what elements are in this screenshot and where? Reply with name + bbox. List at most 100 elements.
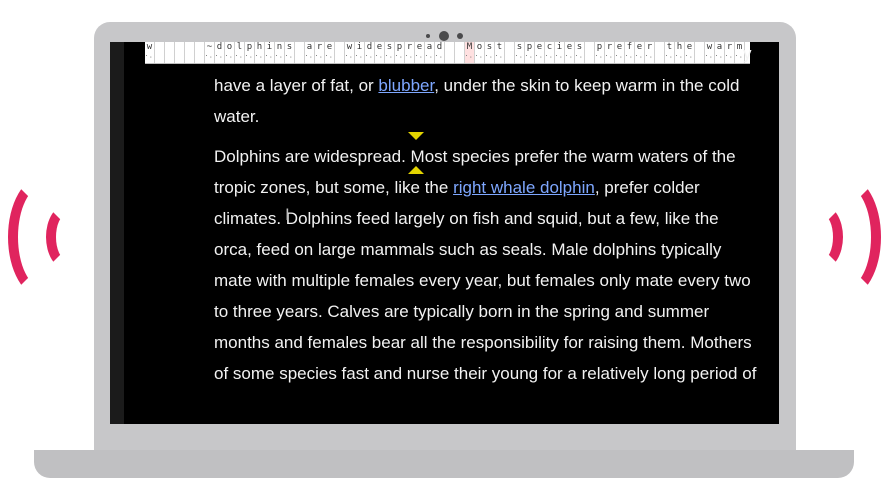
braille-cell: c ⠂⠄	[545, 42, 555, 63]
braille-dots-icon: ⠂⠄	[355, 53, 364, 60]
braille-dots-icon: ⠂⠄	[265, 53, 274, 60]
braille-dots-icon: ⠂⠄	[215, 53, 224, 60]
braille-cell: d ⠂⠄	[435, 42, 445, 63]
blubber-link[interactable]: blubber	[378, 76, 434, 95]
braille-cell-char: m	[736, 42, 743, 52]
braille-cell: w ⠂⠄	[145, 42, 155, 63]
braille-cell-char: e	[686, 42, 693, 52]
text-line: orca, feed on large mammals such as seal…	[214, 240, 722, 259]
braille-cell-char: e	[616, 42, 623, 52]
braille-dots-icon: ⠂⠄	[605, 53, 614, 60]
braille-cell: w ⠂⠄	[705, 42, 715, 63]
braille-display: w ⠂⠄ ~ ⠂⠄ d ⠂⠄ o ⠂⠄ l ⠂⠄ p ⠂⠄ h ⠂⠄ i ⠂⠄ n ⠂⠄ s ⠂⠄ a ⠂⠄ r ⠂⠄ e ⠂⠄ w…	[145, 42, 750, 64]
webcam	[94, 30, 796, 42]
braille-dots-icon: ⠂⠄	[405, 53, 414, 60]
braille-cell-char: p	[596, 42, 603, 52]
braille-dots-icon: ⠂⠄	[345, 53, 354, 60]
braille-cell: d ⠂⠄	[365, 42, 375, 63]
braille-cell: r ⠂⠄	[725, 42, 735, 63]
braille-cell: e ⠂⠄	[325, 42, 335, 63]
braille-dots-icon: ⠂⠄	[435, 53, 444, 60]
braille-dots-icon: ⠂⠄	[725, 53, 734, 60]
braille-dots-icon: ⠂⠄	[555, 53, 564, 60]
braille-cell-char: s	[386, 42, 393, 52]
braille-cell: s ⠂⠄	[385, 42, 395, 63]
braille-cell-char: e	[536, 42, 543, 52]
braille-dots-icon: ⠂⠄	[675, 53, 684, 60]
braille-cell-char: a	[426, 42, 433, 52]
text-line: tropic zones, but some, like the right w…	[214, 172, 779, 203]
braille-cell-char: h	[676, 42, 683, 52]
braille-cell: a ⠂⠄	[305, 42, 315, 63]
braille-cell-char: M	[466, 42, 473, 52]
braille-cell-char: r	[726, 42, 733, 52]
braille-cell: p ⠂⠄	[395, 42, 405, 63]
paragraph-1: have a layer of fat, or blubber, under t…	[214, 70, 779, 132]
braille-dots-icon: ⠂⠄	[495, 53, 504, 60]
braille-cell: p ⠂⠄	[595, 42, 605, 63]
braille-cell	[505, 42, 515, 63]
braille-cell-char: n	[276, 42, 283, 52]
braille-cell	[195, 42, 205, 63]
braille-dots-icon: ⠂⠄	[575, 53, 584, 60]
braille-cell-char: i	[356, 42, 363, 52]
braille-cell-char: p	[396, 42, 403, 52]
braille-cell-char: w	[346, 42, 353, 52]
braille-cell: e ⠂⠄	[615, 42, 625, 63]
braille-cell: e ⠂⠄	[635, 42, 645, 63]
braille-dots-icon: ⠂⠄	[315, 53, 324, 60]
braille-cell: h ⠂⠄	[255, 42, 265, 63]
braille-cell: i ⠂⠄	[265, 42, 275, 63]
braille-cell: s ⠂⠄	[285, 42, 295, 63]
braille-dots-icon: ⠂⠄	[395, 53, 404, 60]
braille-cell	[165, 42, 175, 63]
braille-cell-char: i	[556, 42, 563, 52]
braille-cell-char: e	[416, 42, 423, 52]
braille-dots-icon: ⠂⠄	[205, 53, 214, 60]
text-line: to three years. Calves are typically bor…	[214, 302, 710, 321]
braille-dots-icon: ⠂⠄	[615, 53, 624, 60]
braille-dots-icon: ⠂⠄	[665, 53, 674, 60]
braille-cell-char: p	[246, 42, 253, 52]
braille-cell: i ⠂⠄	[555, 42, 565, 63]
braille-dots-icon: ⠂⠄	[145, 53, 154, 60]
text-line: months and females bear all the responsi…	[214, 333, 752, 352]
braille-cell: i ⠂⠄	[355, 42, 365, 63]
braille-dots-icon: ⠂⠄	[535, 53, 544, 60]
text-line: of some species fast and nurse their you…	[214, 364, 757, 383]
braille-dots-icon: ⠂⠄	[685, 53, 694, 60]
braille-cell: l ⠂⠄	[235, 42, 245, 63]
braille-dots-icon: ⠂⠄	[375, 53, 384, 60]
braille-cell: e ⠂⠄	[535, 42, 545, 63]
text-line: climates. Dolphins feed largely on fish …	[214, 209, 719, 228]
braille-cell	[455, 42, 465, 63]
braille-cell: p ⠂⠄	[525, 42, 535, 63]
braille-dots-icon: ⠂⠄	[515, 53, 524, 60]
braille-dots-icon: ⠂⠄	[645, 53, 654, 60]
braille-dots-icon: ⠂⠄	[635, 53, 644, 60]
braille-cell-char: o	[226, 42, 233, 52]
text-line: mate with multiple females every year, b…	[214, 271, 751, 290]
braille-cell-char: f	[626, 42, 633, 52]
braille-cell: t ⠂⠄	[495, 42, 505, 63]
paragraph-2: Dolphins are widespread. Most species pr…	[214, 141, 779, 389]
braille-cell	[695, 42, 705, 63]
document-body: have a layer of fat, or blubber, under t…	[214, 70, 779, 398]
braille-cell-char: d	[366, 42, 373, 52]
braille-cell-char: e	[376, 42, 383, 52]
braille-dots-icon: ⠂⠄	[275, 53, 284, 60]
braille-cell-char: h	[256, 42, 263, 52]
braille-cell: e ⠂⠄	[565, 42, 575, 63]
braille-cell	[585, 42, 595, 63]
right-whale-dolphin-link[interactable]: right whale dolphin	[453, 178, 595, 197]
braille-cell	[185, 42, 195, 63]
braille-cell-char: c	[546, 42, 553, 52]
braille-cell-char: r	[316, 42, 323, 52]
braille-cell	[655, 42, 665, 63]
braille-cell: a ⠂⠄	[715, 42, 725, 63]
camera-light-icon	[457, 33, 463, 39]
braille-dots-icon: ⠂⠄	[255, 53, 264, 60]
braille-cell	[445, 42, 455, 63]
braille-cell-char: t	[666, 42, 673, 52]
braille-cell: s ⠂⠄	[485, 42, 495, 63]
